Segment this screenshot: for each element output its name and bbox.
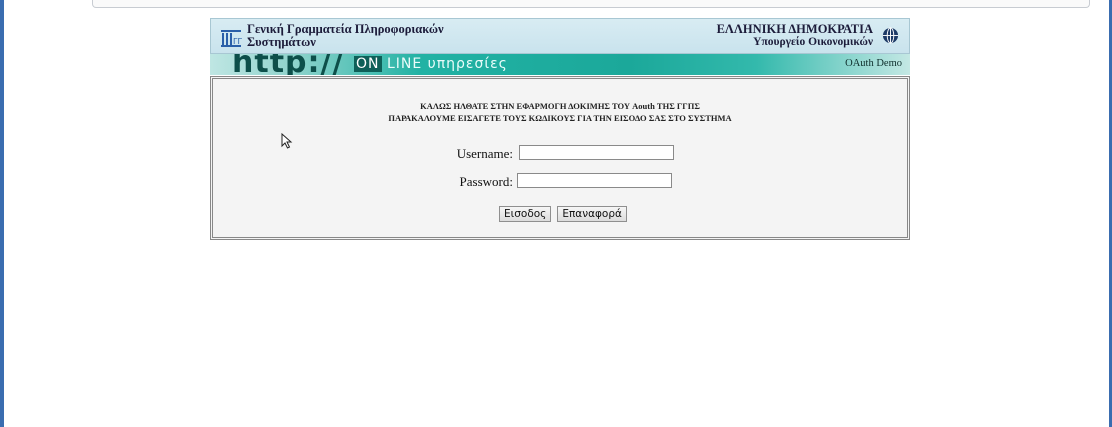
banner-on-label: ON [354, 56, 382, 72]
form-buttons: Εισοδος Επαναφορά [453, 204, 673, 222]
reset-button[interactable]: Επαναφορά [557, 206, 627, 222]
online-services-banner: http:// ON LINE υπηρεσίες OAuth Demo [210, 54, 910, 75]
svg-text:ΓΓ: ΓΓ [233, 37, 242, 46]
instruction-text: ΠΑΡΑΚΑΛΟΥΜΕ ΕΙΣΑΓΕΤΕ ΤΟΥΣ ΚΩΔΙΚΟΥΣ ΓΙΑ Τ… [388, 113, 732, 123]
banner-online-text: ON LINE υπηρεσίες [354, 56, 508, 72]
page-container: ΓΓ Γενική Γραμματεία Πληροφοριακών Συστη… [210, 18, 910, 240]
password-input[interactable] [517, 173, 672, 188]
username-row: Username: [213, 145, 907, 163]
window-left-border [0, 0, 4, 427]
building-columns-icon: ΓΓ [221, 30, 242, 47]
org-name-line2: Συστημάτων [247, 35, 316, 49]
username-input[interactable] [519, 145, 674, 160]
mouse-cursor-icon [281, 133, 293, 149]
welcome-text: ΚΑΛΩΣ ΗΛΘΑΤΕ ΣΤΗΝ ΕΦΑΡΜΟΓΗ ΔΟΚΙΜΗΣ ΤΟΥ A… [420, 101, 700, 111]
password-label: Password: [459, 174, 513, 189]
ministry-name: Υπουργείο Οικονομικών [753, 36, 873, 48]
password-row: Password: [213, 173, 907, 191]
address-bar-strip [92, 0, 1090, 8]
username-label: Username: [456, 146, 513, 161]
country-name: ΕΛΛΗΝΙΚΗ ΔΗΜΟΚΡΑΤΙΑ [716, 22, 873, 36]
login-panel: ΚΑΛΩΣ ΗΛΘΑΤΕ ΣΤΗΝ ΕΦΑΡΜΟΓΗ ΔΟΚΙΜΗΣ ΤΟΥ A… [210, 76, 910, 240]
site-header: ΓΓ Γενική Γραμματεία Πληροφοριακών Συστη… [210, 18, 910, 54]
banner-http-text: http:// [232, 54, 345, 75]
window-top [4, 0, 1109, 8]
globe-icon [882, 27, 899, 44]
country-block: ΕΛΛΗΝΙΚΗ ΔΗΜΟΚΡΑΤΙΑ Υπουργείο Οικονομικώ… [717, 23, 873, 49]
login-button[interactable]: Εισοδος [499, 206, 552, 222]
banner-line-label: LINE υπηρεσίες [381, 56, 508, 72]
org-name: Γενική Γραμματεία Πληροφοριακών Συστημάτ… [247, 23, 444, 49]
oauth-demo-label: OAuth Demo [845, 58, 902, 69]
